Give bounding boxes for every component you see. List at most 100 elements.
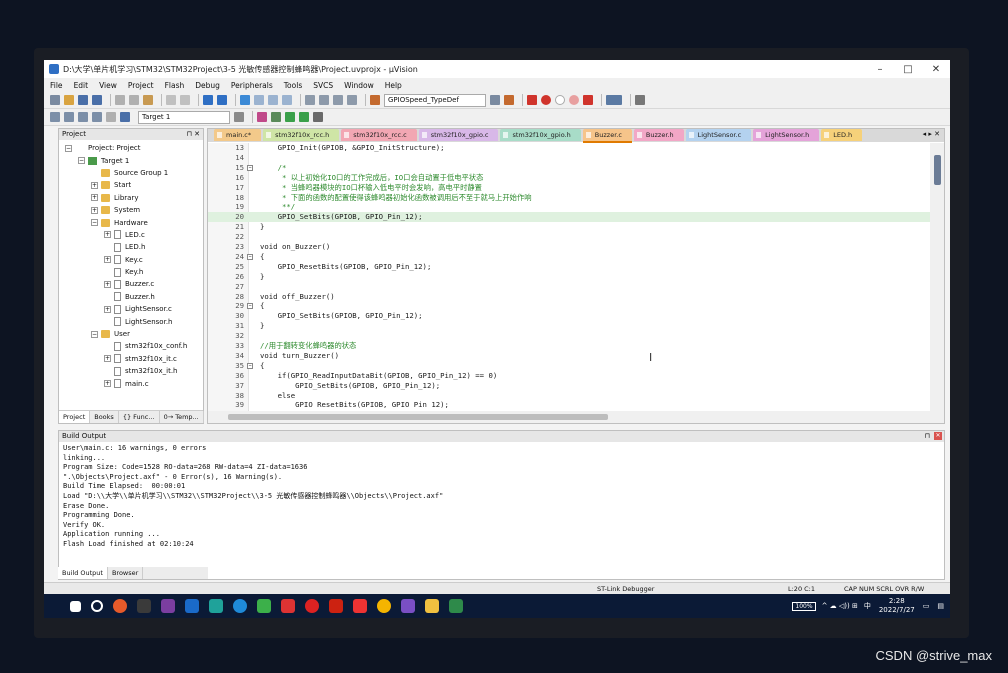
fold-icon[interactable]: − [247,253,253,260]
tab-templates[interactable]: 0→ Temp... [160,411,204,423]
file-tab[interactable]: stm32f10x_rcc.c [341,129,417,141]
pack-installer-icon[interactable] [299,112,309,122]
code-line[interactable]: 21} [208,222,930,232]
target-options-icon[interactable] [234,112,244,122]
menu-view[interactable]: View [99,81,117,90]
tree-item[interactable]: stm32f10x_it.h [59,365,203,377]
code-line[interactable]: 22 [208,232,930,242]
expand-icon[interactable]: + [91,181,98,189]
chrome-icon[interactable] [377,599,391,613]
code-line[interactable]: 15− /* [208,163,930,173]
file-tab[interactable]: stm32f10x_gpio.h [500,129,581,141]
minimize-button[interactable]: – [866,64,894,75]
download-icon[interactable] [120,112,130,122]
tree-item[interactable]: LightSensor.h [59,315,203,327]
collapse-icon[interactable]: − [91,219,98,227]
code-line[interactable]: 25 GPIO_ResetBits(GPIOB, GPIO_Pin_12); [208,262,930,272]
select-packs-icon[interactable] [285,112,295,122]
code-line[interactable]: 36 if(GPIO_ReadInputDataBit(GPIOB, GPIO_… [208,371,930,381]
expand-icon[interactable]: + [104,280,111,288]
code-line[interactable]: 18 * 下面的函数的配置使得该蜂鸣器初始化函数被调用后不至于就马上开始作响 [208,193,930,203]
code-line[interactable]: 23 void on_Buzzer() [208,242,930,252]
code-line[interactable]: 35−{ [208,361,930,371]
event-recorder-icon[interactable] [313,112,323,122]
action-center-icon[interactable]: ▤ [937,602,944,610]
close-icon[interactable]: ✕ [934,432,942,440]
code-line[interactable]: 39 GPIO ResetBits(GPIOB, GPIO Pin 12); [208,400,930,410]
save-all-icon[interactable] [92,95,102,105]
battery-indicator[interactable]: 100% [792,601,816,611]
editor-horizontal-scrollbar[interactable] [208,411,944,423]
fold-icon[interactable]: − [247,164,253,171]
tree-item[interactable]: − Hardware [59,216,203,228]
ime-indicator[interactable]: 中 [864,601,871,611]
expand-icon[interactable]: + [104,380,111,388]
tab-functions[interactable]: {} Func... [119,411,160,423]
file-tab[interactable]: main.c* [214,129,262,141]
panel-pin-icon[interactable]: ⊓ ✕ [186,129,200,140]
scroll-thumb[interactable] [934,155,941,185]
unindent-icon[interactable] [319,95,329,105]
tree-item[interactable]: + LED.c [59,229,203,241]
fold-icon[interactable]: − [247,303,253,310]
collapse-icon[interactable]: − [78,157,85,165]
tree-item[interactable]: + Buzzer.c [59,278,203,290]
kill-all-breakpoints-icon[interactable] [583,95,593,105]
code-line[interactable]: 26} [208,272,930,282]
find-in-files-icon[interactable] [370,95,380,105]
tree-item[interactable]: − Target 1 [59,154,203,166]
redo-icon[interactable] [180,95,190,105]
editor-vertical-scrollbar[interactable] [930,143,944,411]
windows-start-icon[interactable] [70,600,81,612]
maximize-button[interactable]: □ [894,64,922,75]
baidu-search-icon[interactable] [113,599,127,613]
netease-music-icon[interactable] [305,599,319,613]
rebuild-icon[interactable] [78,112,88,122]
menu-file[interactable]: File [50,81,63,90]
undo-icon[interactable] [166,95,176,105]
tab-project[interactable]: Project [59,411,91,423]
expand-icon[interactable]: + [91,206,98,214]
code-line[interactable]: 13 GPIO_Init(GPIOB, &GPIO_InitStructure)… [208,143,930,153]
expand-icon[interactable]: + [104,355,111,363]
tree-item[interactable]: − Project: Project [59,142,203,154]
bookmark-icon[interactable] [240,95,250,105]
tree-item[interactable]: + Start [59,179,203,191]
wps-icon[interactable] [353,599,367,613]
nav-forward-icon[interactable] [217,95,227,105]
menu-help[interactable]: Help [385,81,402,90]
menu-debug[interactable]: Debug [195,81,220,90]
output-pin-icon[interactable]: ⊓ [925,431,930,442]
file-tab[interactable]: stm32f10x_rcc.h [263,129,340,141]
file-extensions-icon[interactable] [257,112,267,122]
code-line[interactable]: 24−{ [208,252,930,262]
terminal-icon[interactable] [137,599,151,613]
open-file-icon[interactable] [64,95,74,105]
file-tab[interactable]: Buzzer.c [582,129,632,143]
close-button[interactable]: ✕ [922,64,950,75]
incremental-find-icon[interactable] [504,95,514,105]
search-icon[interactable] [91,600,103,612]
code-line[interactable]: 28 void off_Buzzer() [208,292,930,302]
onenote-icon[interactable] [161,599,175,613]
expand-icon[interactable]: + [104,305,111,313]
menu-project[interactable]: Project [128,81,154,90]
code-line[interactable]: 19 **/ [208,202,930,212]
fold-icon[interactable]: − [247,362,253,369]
paste-icon[interactable] [143,95,153,105]
target-combo[interactable]: Target 1 [138,110,230,124]
tray-icons[interactable]: ^ ☁ ◁)) ⊞ [822,602,858,610]
file-tab[interactable]: Buzzer.h [633,129,684,141]
code-line[interactable]: 33 //用于翻转变化蜂鸣器的状态 [208,341,930,351]
clock[interactable]: 2:28 2022/7/27 [879,597,915,615]
window-layout-icon[interactable] [606,95,622,105]
tree-item[interactable]: Key.h [59,266,203,278]
next-bookmark-icon[interactable] [268,95,278,105]
tree-item[interactable]: Source Group 1 [59,167,203,179]
tab-controls[interactable]: ◂ ▸ ✕ [923,130,940,138]
prev-bookmark-icon[interactable] [254,95,264,105]
disable-all-breakpoints-icon[interactable] [569,95,579,105]
copy-icon[interactable] [129,95,139,105]
code-line[interactable]: 14 [208,153,930,163]
menu-flash[interactable]: Flash [165,81,185,90]
